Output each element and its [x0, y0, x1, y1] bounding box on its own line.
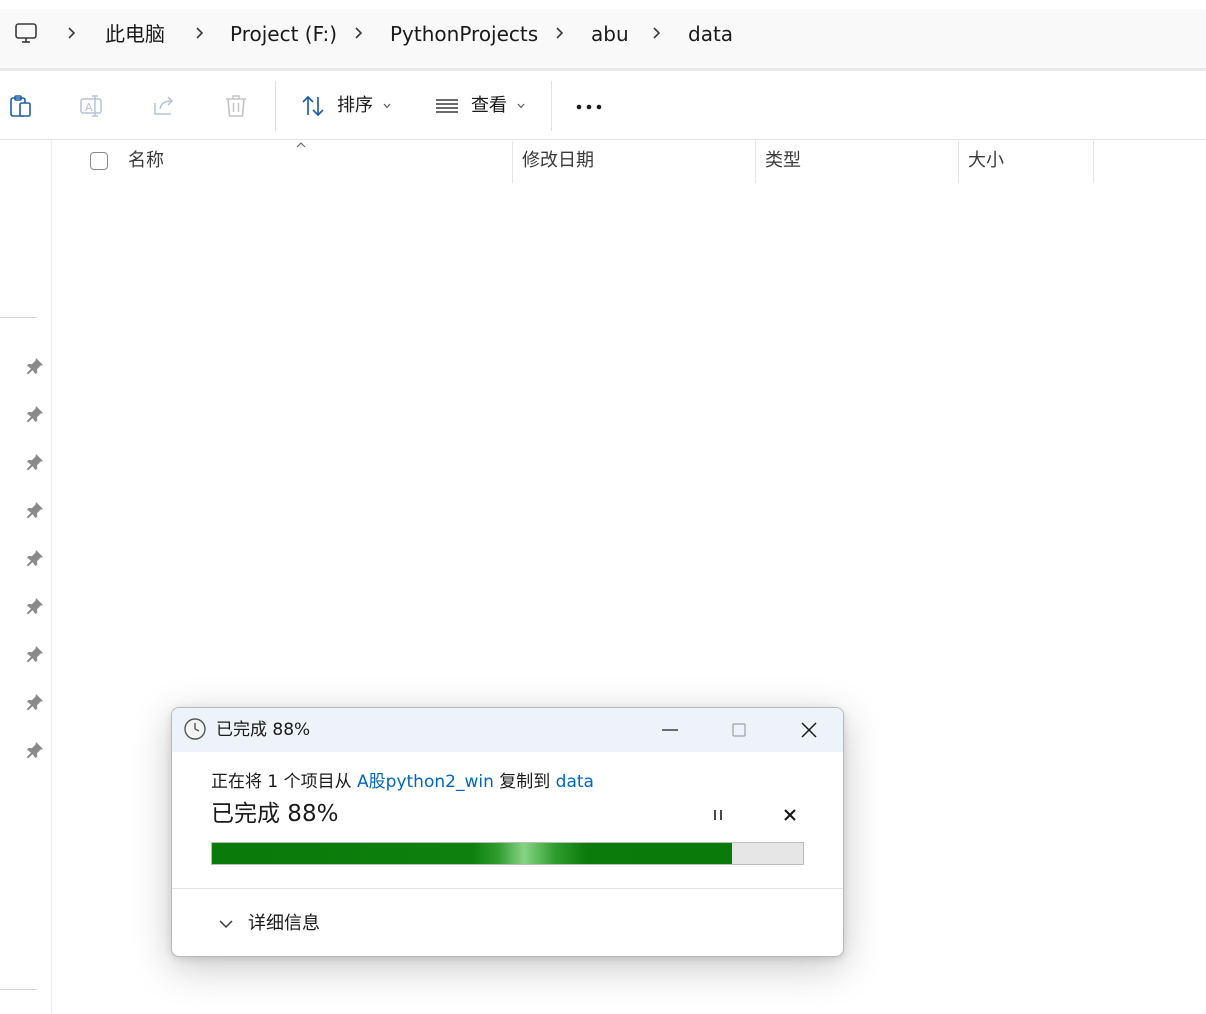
dialog-title: 已完成 88% — [216, 720, 311, 740]
column-divider[interactable] — [1093, 141, 1094, 183]
navigation-pane — [0, 140, 52, 1014]
details-toggle[interactable]: 详细信息 — [248, 911, 320, 937]
chevron-right-icon[interactable] — [649, 26, 663, 40]
column-modified[interactable]: 修改日期 — [522, 148, 594, 174]
breadcrumb-item-pythonprojects[interactable]: PythonProjects — [390, 20, 538, 48]
progress-status: 已完成 88% — [211, 801, 339, 827]
sort-button[interactable]: 排序 — [337, 93, 373, 119]
chevron-down-icon[interactable] — [382, 101, 392, 111]
minimize-icon[interactable] — [656, 718, 684, 742]
nav-divider — [0, 989, 37, 990]
clipboard-icon[interactable] — [8, 93, 34, 119]
command-separator — [275, 81, 276, 131]
svg-text:A: A — [85, 101, 93, 114]
share-icon[interactable] — [151, 93, 177, 119]
chevron-down-icon[interactable] — [516, 101, 526, 111]
copy-description-middle: 复制到 — [493, 772, 556, 792]
breadcrumb-item-this-pc[interactable]: 此电脑 — [105, 20, 165, 48]
list-view-icon[interactable] — [434, 93, 460, 119]
nav-divider — [0, 317, 37, 318]
copy-description: 正在将 1 个项目从 A股python2_win 复制到 data — [211, 770, 594, 794]
clock-icon — [184, 718, 206, 740]
pin-icon — [26, 694, 43, 711]
select-all-checkbox[interactable] — [90, 152, 108, 170]
chevron-right-icon[interactable] — [64, 26, 78, 40]
breadcrumb-item-data[interactable]: data — [688, 20, 733, 48]
view-button[interactable]: 查看 — [471, 93, 507, 119]
pin-icon — [26, 502, 43, 519]
pin-icon — [26, 454, 43, 471]
copy-progress-dialog: 已完成 88% 正在将 1 个项目从 A股python2_win 复制到 dat… — [171, 707, 844, 957]
destination-folder-link[interactable]: data — [556, 772, 594, 792]
close-icon[interactable] — [794, 716, 824, 744]
command-separator — [551, 81, 552, 131]
column-name[interactable]: 名称 — [128, 148, 164, 174]
pin-icon — [26, 646, 43, 663]
dialog-titlebar[interactable]: 已完成 88% — [172, 708, 843, 752]
sort-arrows-icon[interactable] — [300, 93, 326, 119]
column-header — [52, 140, 1206, 184]
pause-icon[interactable] — [707, 804, 729, 826]
column-divider[interactable] — [755, 141, 756, 183]
column-divider[interactable] — [958, 141, 959, 183]
progress-bar — [211, 842, 804, 865]
chevron-right-icon[interactable] — [351, 26, 365, 40]
column-size[interactable]: 大小 — [968, 148, 1004, 174]
source-folder-link[interactable]: A股python2_win — [357, 772, 494, 792]
more-dots-icon[interactable] — [572, 91, 606, 121]
cancel-icon[interactable] — [779, 804, 801, 826]
chevron-right-icon[interactable] — [552, 26, 566, 40]
pin-icon — [26, 406, 43, 423]
sort-ascending-icon — [296, 142, 306, 148]
chevron-down-icon[interactable] — [218, 916, 234, 932]
breadcrumb-item-abu[interactable]: abu — [591, 20, 629, 48]
pin-icon — [26, 358, 43, 375]
monitor-icon[interactable] — [14, 21, 38, 45]
pin-icon — [26, 598, 43, 615]
dialog-divider — [172, 888, 843, 889]
chevron-right-icon[interactable] — [192, 26, 206, 40]
column-type[interactable]: 类型 — [765, 148, 801, 174]
column-divider[interactable] — [512, 141, 513, 183]
pin-icon — [26, 550, 43, 567]
command-bar: A 排序 查看 — [0, 71, 1206, 140]
copy-description-prefix: 正在将 1 个项目从 — [211, 772, 358, 792]
rename-icon[interactable]: A — [79, 93, 105, 119]
trash-icon[interactable] — [223, 93, 249, 119]
pin-icon — [26, 742, 43, 759]
progress-bar-fill — [212, 843, 733, 864]
address-bar: 此电脑 Project (F:) PythonProjects abu data — [0, 0, 1206, 71]
title-strip — [0, 0, 1206, 9]
breadcrumb-item-drive[interactable]: Project (F:) — [230, 20, 337, 48]
maximize-icon[interactable] — [725, 718, 753, 742]
